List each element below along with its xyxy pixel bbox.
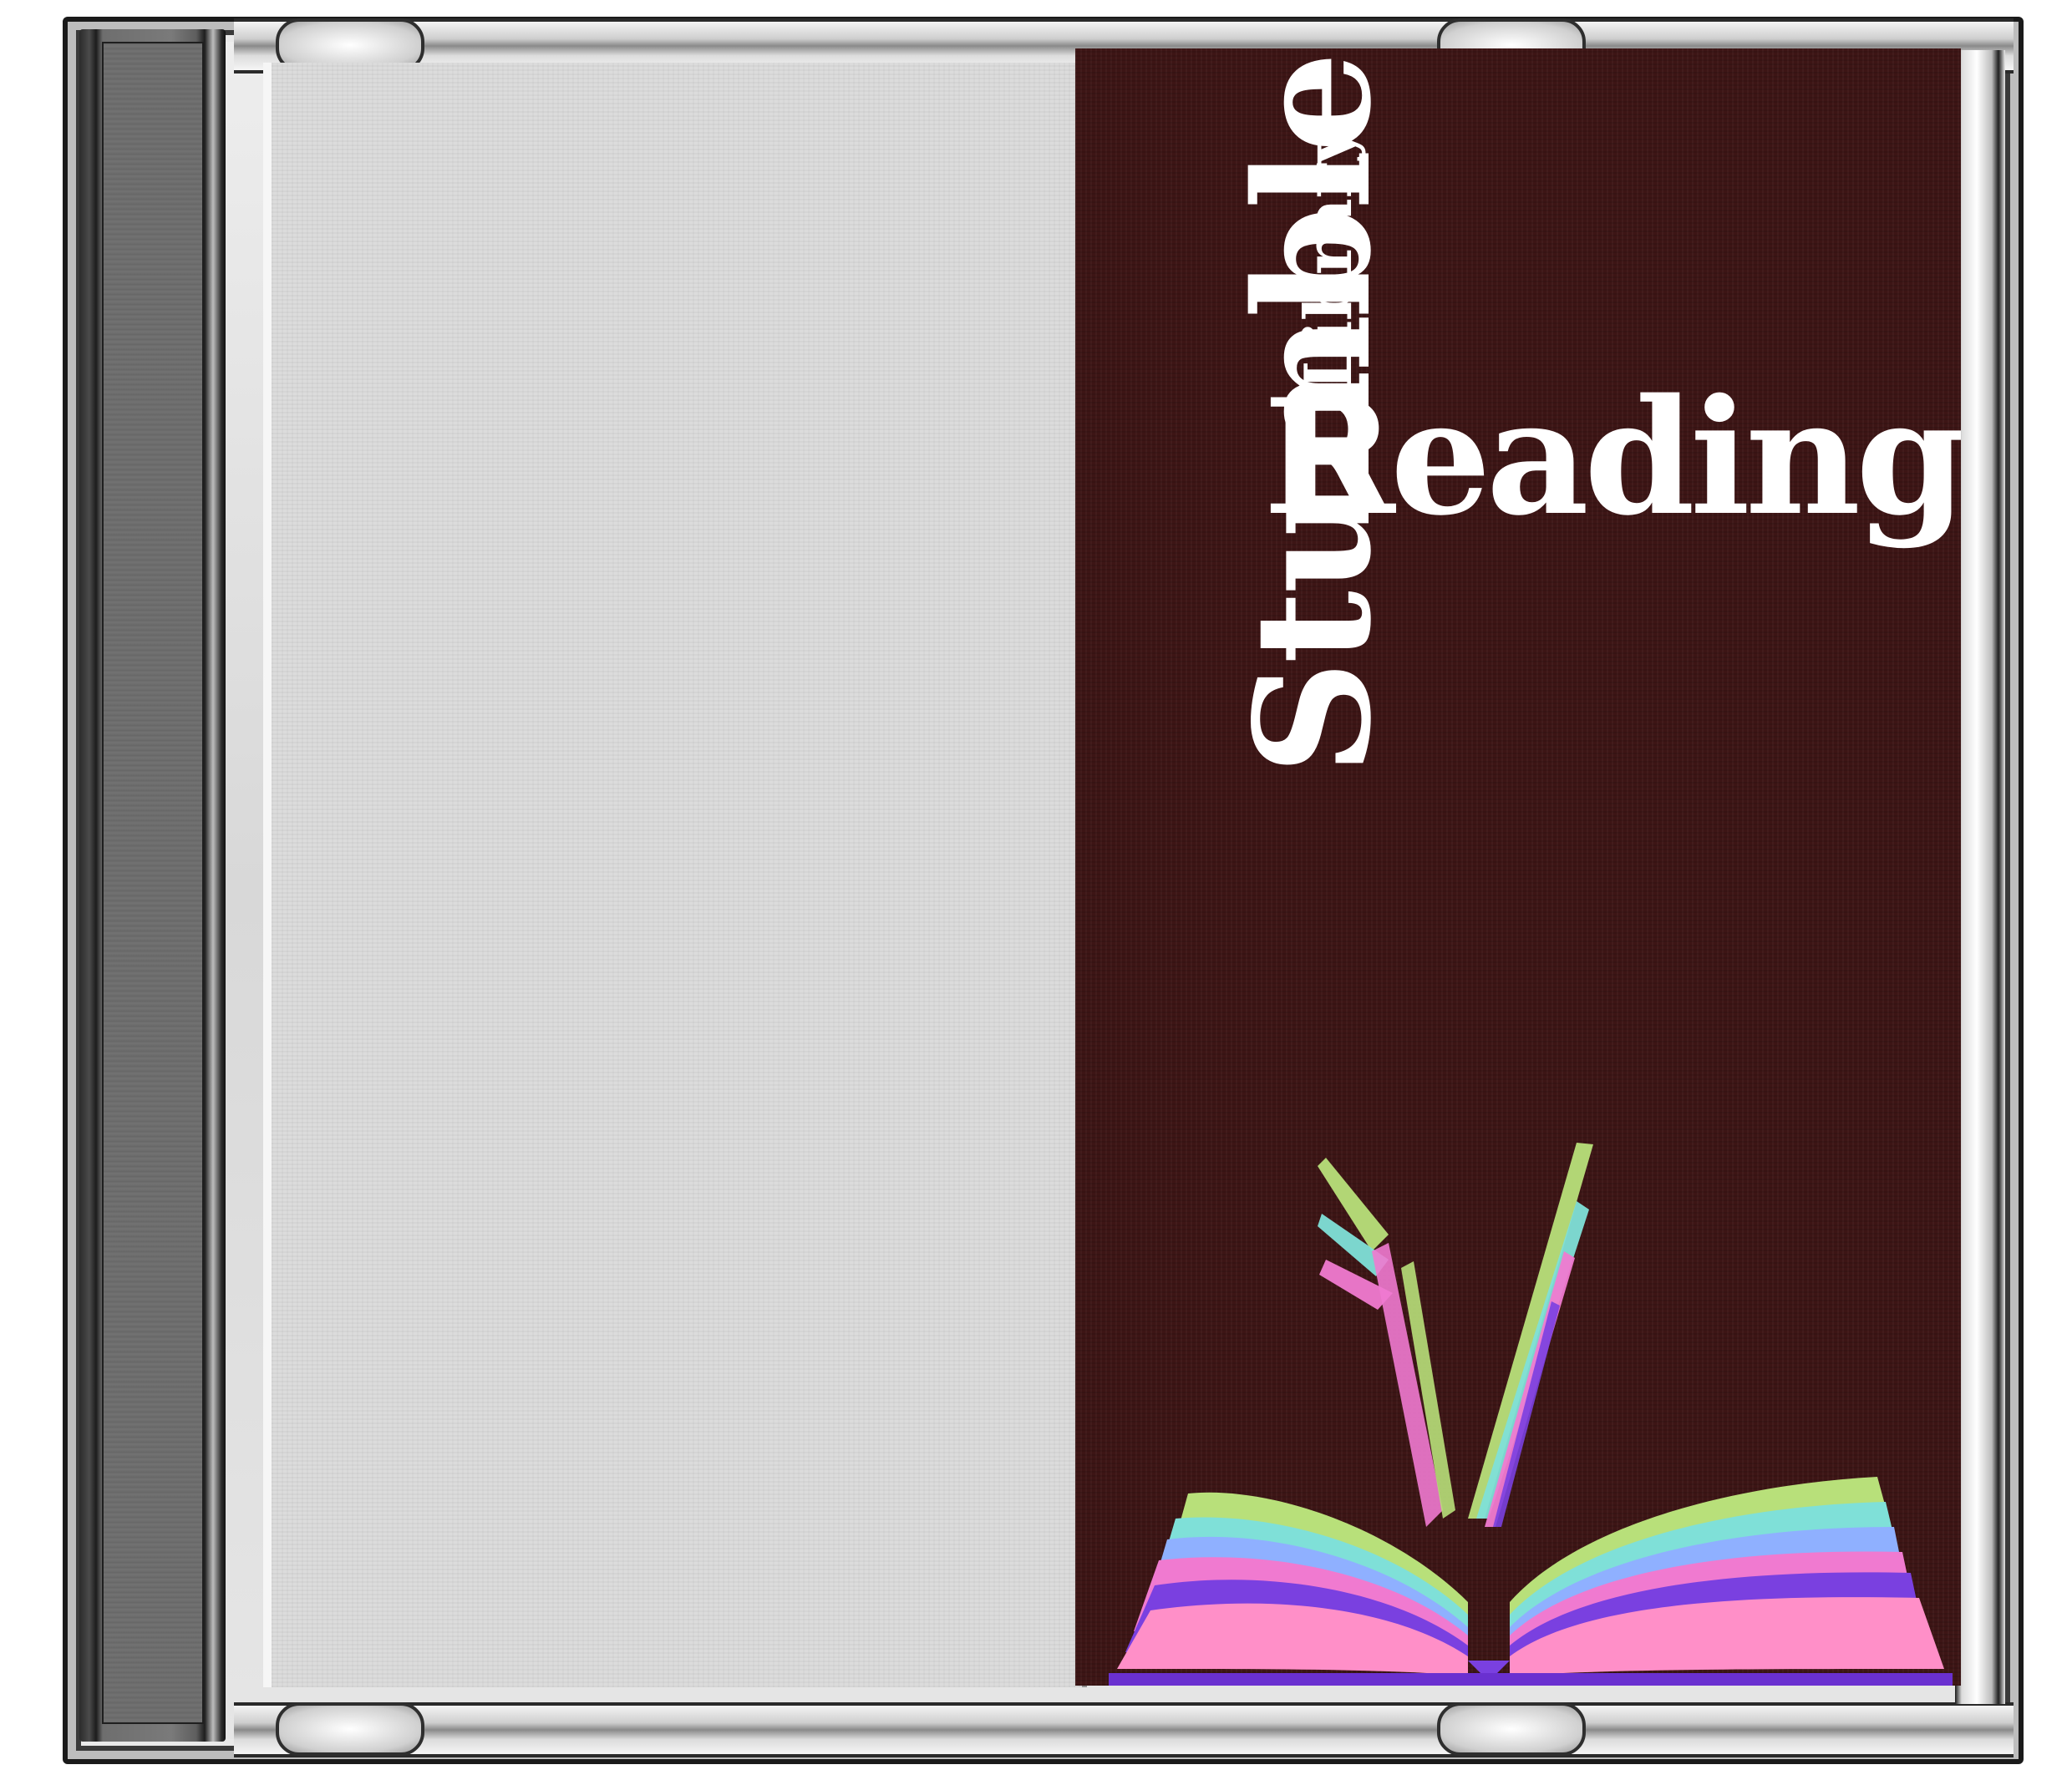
- blank-insert-panel: [263, 63, 1087, 1687]
- hinge-clip: [276, 1702, 424, 1756]
- album-cover: Stumble Library Reading: [1075, 48, 1961, 1686]
- cover-title-library: Library: [1291, 125, 1367, 391]
- hinge-clip: [1437, 1702, 1586, 1756]
- case-spine: [102, 42, 204, 1724]
- cover-title-reading: Reading: [1263, 364, 1961, 550]
- case-right-edge: [1955, 50, 2005, 1704]
- open-book-icon: [1109, 1143, 1953, 1686]
- bottom-rail: [234, 1702, 2014, 1757]
